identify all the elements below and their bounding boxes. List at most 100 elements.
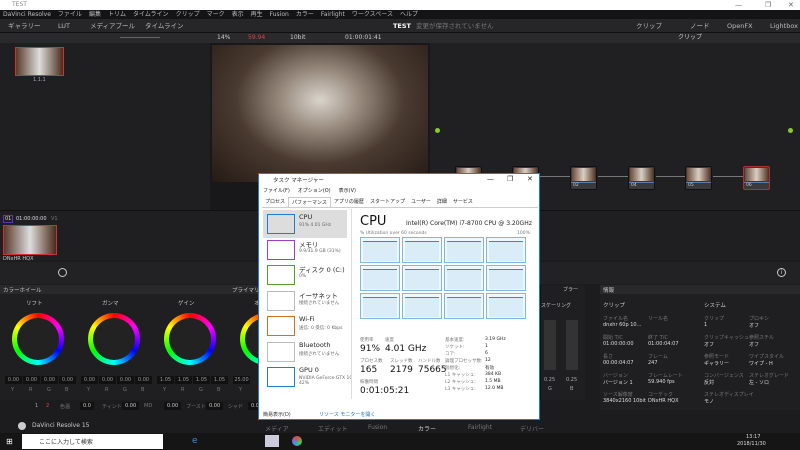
tm-tab[interactable]: ユーザー: [408, 197, 434, 207]
lightbox-button[interactable]: Lightbox: [770, 19, 798, 33]
lut-button[interactable]: LUT: [58, 19, 70, 33]
node-mode-select[interactable]: クリップ: [678, 33, 702, 43]
page-tab-5[interactable]: デリバー: [520, 424, 544, 433]
tm-tab[interactable]: サービス: [450, 197, 476, 207]
menu-item[interactable]: Fairlight: [321, 10, 345, 19]
perf-item-0[interactable]: CPU 91% 4.01 GHz: [263, 210, 347, 238]
color-wheel-2[interactable]: [164, 313, 216, 365]
perf-item-3[interactable]: イーサネット 接続されていません: [263, 287, 347, 315]
color-wheel-0[interactable]: [12, 313, 64, 365]
tm-close[interactable]: ✕: [527, 175, 533, 183]
tm-tab[interactable]: アプリの履歴: [331, 197, 367, 207]
zoom-select[interactable]: 14%: [217, 33, 230, 43]
page-tab-1[interactable]: エディット: [318, 424, 348, 433]
maximize-button[interactable]: ❐: [765, 0, 771, 10]
timeline-button[interactable]: タイムライン: [145, 19, 184, 33]
edge-icon[interactable]: e: [192, 436, 198, 446]
menu-item[interactable]: タイムライン: [133, 10, 169, 19]
wheel-value[interactable]: 0.00: [23, 376, 40, 384]
wheel-value[interactable]: 1.05: [157, 376, 174, 384]
menu-item[interactable]: 再生: [251, 10, 263, 19]
node-06[interactable]: 06: [743, 166, 770, 190]
fewer-details-button[interactable]: 簡易表示(D): [263, 411, 291, 418]
tm-menu-item[interactable]: ファイル(F): [263, 187, 290, 194]
node-button[interactable]: ノード: [690, 19, 710, 33]
tm-minimize[interactable]: —: [487, 175, 494, 183]
clip-thumbnail[interactable]: [3, 225, 57, 255]
windows-start-icon[interactable]: ⊞: [6, 437, 13, 446]
perf-item-1[interactable]: メモリ 9.9/31.9 GB (31%): [263, 236, 347, 264]
menu-item[interactable]: ファイル: [58, 10, 82, 19]
tm-tab[interactable]: プロセス: [262, 197, 288, 207]
minimize-button[interactable]: —: [735, 0, 742, 10]
menu-item[interactable]: ワークスペース: [352, 10, 393, 19]
color-wheels-icon[interactable]: [58, 268, 67, 277]
menu-item[interactable]: トリム: [108, 10, 126, 19]
scaling-g-slider[interactable]: [544, 320, 556, 370]
wheel-value[interactable]: 25.00: [233, 376, 250, 384]
resource-monitor-link[interactable]: リソース モニターを開く: [319, 411, 375, 418]
menu-item[interactable]: 編集: [89, 10, 101, 19]
gallery-zoom-slider[interactable]: [120, 37, 160, 38]
perf-item-4[interactable]: Wi-Fi 送信: 0 受信: 0 Kbps: [263, 312, 347, 340]
input-node[interactable]: [435, 128, 440, 133]
perf-item-5[interactable]: Bluetooth 接続されていません: [263, 338, 347, 366]
menu-item[interactable]: DaVinci Resolve: [3, 10, 51, 19]
wheel-value[interactable]: 0.00: [135, 376, 152, 384]
wheel-value[interactable]: 1.05: [193, 376, 210, 384]
page-1-button[interactable]: 1: [35, 403, 38, 409]
still-thumbnail[interactable]: [15, 47, 64, 76]
perf-graph-thumb: [267, 341, 295, 362]
adjust-value[interactable]: 0.00: [122, 402, 140, 410]
wheel-value[interactable]: 0.00: [81, 376, 98, 384]
node-05[interactable]: 05: [685, 166, 712, 190]
task-manager-taskbar-icon[interactable]: [265, 435, 279, 447]
adjust-value[interactable]: 0.00: [164, 402, 182, 410]
wheel-value[interactable]: 0.00: [99, 376, 116, 384]
output-node[interactable]: [788, 128, 793, 133]
gallery-button[interactable]: ギャラリー: [8, 19, 41, 33]
menu-item[interactable]: クリップ: [176, 10, 200, 19]
tm-menu-item[interactable]: 表示(V): [339, 187, 356, 194]
wheel-value[interactable]: 1.05: [175, 376, 192, 384]
clip-button[interactable]: クリップ: [636, 19, 662, 33]
color-wheel-1[interactable]: [88, 313, 140, 365]
page-tab-0[interactable]: メディア: [265, 424, 289, 433]
tm-tab[interactable]: スタートアップ: [367, 197, 408, 207]
page-tab-2[interactable]: Fusion: [368, 424, 387, 431]
menu-item[interactable]: 表示: [232, 10, 244, 19]
taskbar-search[interactable]: ここに入力して検索: [22, 434, 163, 449]
info-icon[interactable]: i: [777, 268, 786, 277]
scaling-g-value[interactable]: 0.25: [544, 377, 555, 383]
menu-item[interactable]: マーク: [207, 10, 225, 19]
perf-item-2[interactable]: ディスク 0 (C:) 0%: [263, 261, 347, 289]
wheel-value[interactable]: 0.00: [5, 376, 22, 384]
media-pool-button[interactable]: メディアプール: [90, 19, 135, 33]
close-button[interactable]: ✕: [788, 0, 794, 10]
tm-menu-item[interactable]: オプション(O): [298, 187, 331, 194]
menu-item[interactable]: Fusion: [270, 10, 289, 19]
tm-tab[interactable]: パフォーマンス: [288, 197, 331, 207]
page-2-button[interactable]: 2: [46, 403, 49, 409]
node-04[interactable]: 04: [628, 166, 655, 190]
wheel-value[interactable]: 0.00: [41, 376, 58, 384]
bitdepth-select[interactable]: 10bit: [290, 33, 305, 43]
tm-maximize[interactable]: ❐: [507, 175, 513, 183]
tm-tab[interactable]: 詳細: [434, 197, 450, 207]
scaling-b-slider[interactable]: [566, 320, 578, 370]
adjust-value[interactable]: 0.0: [80, 402, 94, 410]
openfx-button[interactable]: OpenFX: [727, 19, 753, 33]
node-02[interactable]: 02: [570, 166, 597, 190]
timecode-display[interactable]: 01:00:01:41: [345, 33, 382, 43]
scaling-b-value[interactable]: 0.25: [566, 377, 577, 383]
perf-item-6[interactable]: GPU 0 NVIDIA GeForce GTX 10 42%: [263, 363, 352, 391]
wheel-value[interactable]: 0.00: [117, 376, 134, 384]
wheel-value[interactable]: 1.05: [211, 376, 228, 384]
blur-select[interactable]: ブラー: [563, 286, 578, 293]
davinci-taskbar-icon[interactable]: [292, 436, 302, 446]
menu-item[interactable]: カラー: [296, 10, 314, 19]
page-tab-4[interactable]: Fairlight: [468, 424, 492, 431]
adjust-value[interactable]: 0.00: [206, 402, 224, 410]
wheel-value[interactable]: 0.00: [59, 376, 76, 384]
menu-item[interactable]: ヘルプ: [400, 10, 418, 19]
